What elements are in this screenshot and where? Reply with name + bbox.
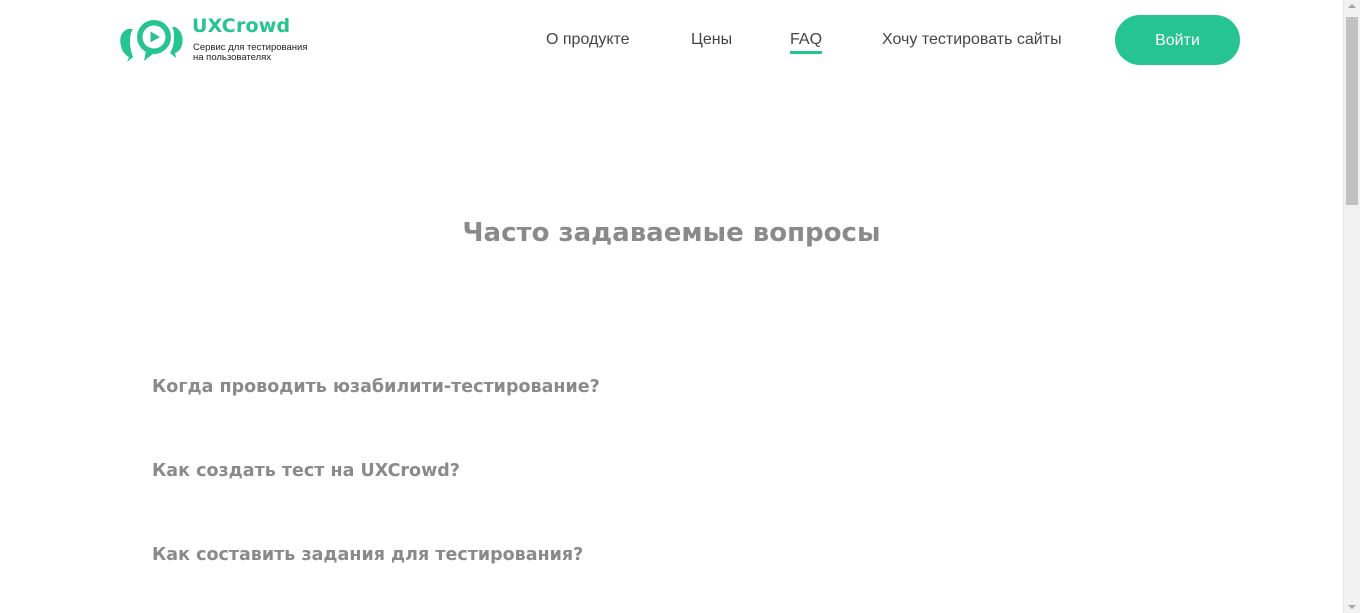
faq-question[interactable]: Как составить задания для тестирования? — [152, 545, 583, 565]
logo-name: UXCrowd — [192, 15, 291, 37]
active-nav-underline — [790, 51, 823, 54]
scrollbar-thumb[interactable] — [1346, 17, 1358, 205]
logo-tagline-line2: на пользователях — [193, 52, 272, 63]
nav-item-become-tester[interactable]: Хочу тестировать сайты — [882, 31, 1062, 49]
scroll-up-arrow-icon[interactable] — [1348, 4, 1356, 8]
logo[interactable]: UXCrowd Сервис для тестирования на польз… — [118, 15, 318, 63]
scroll-down-arrow-icon[interactable] — [1348, 605, 1356, 609]
page-title: Часто задаваемые вопросы — [462, 218, 881, 248]
nav-item-about[interactable]: О продукте — [546, 31, 630, 49]
logo-tagline: Сервис для тестирования на пользователях — [193, 43, 313, 63]
speech-bubbles-play-icon — [120, 20, 183, 62]
page: UXCrowd Сервис для тестирования на польз… — [0, 0, 1343, 613]
nav-item-faq-label: FAQ — [790, 31, 823, 48]
nav-item-prices[interactable]: Цены — [691, 31, 732, 49]
faq-question[interactable]: Когда проводить юзабилити-тестирование? — [152, 377, 600, 397]
nav-item-faq[interactable]: FAQ — [790, 31, 823, 54]
login-button[interactable]: Войти — [1115, 15, 1240, 65]
faq-question[interactable]: Как создать тест на UXCrowd? — [152, 461, 460, 481]
vertical-scrollbar[interactable] — [1343, 0, 1360, 613]
